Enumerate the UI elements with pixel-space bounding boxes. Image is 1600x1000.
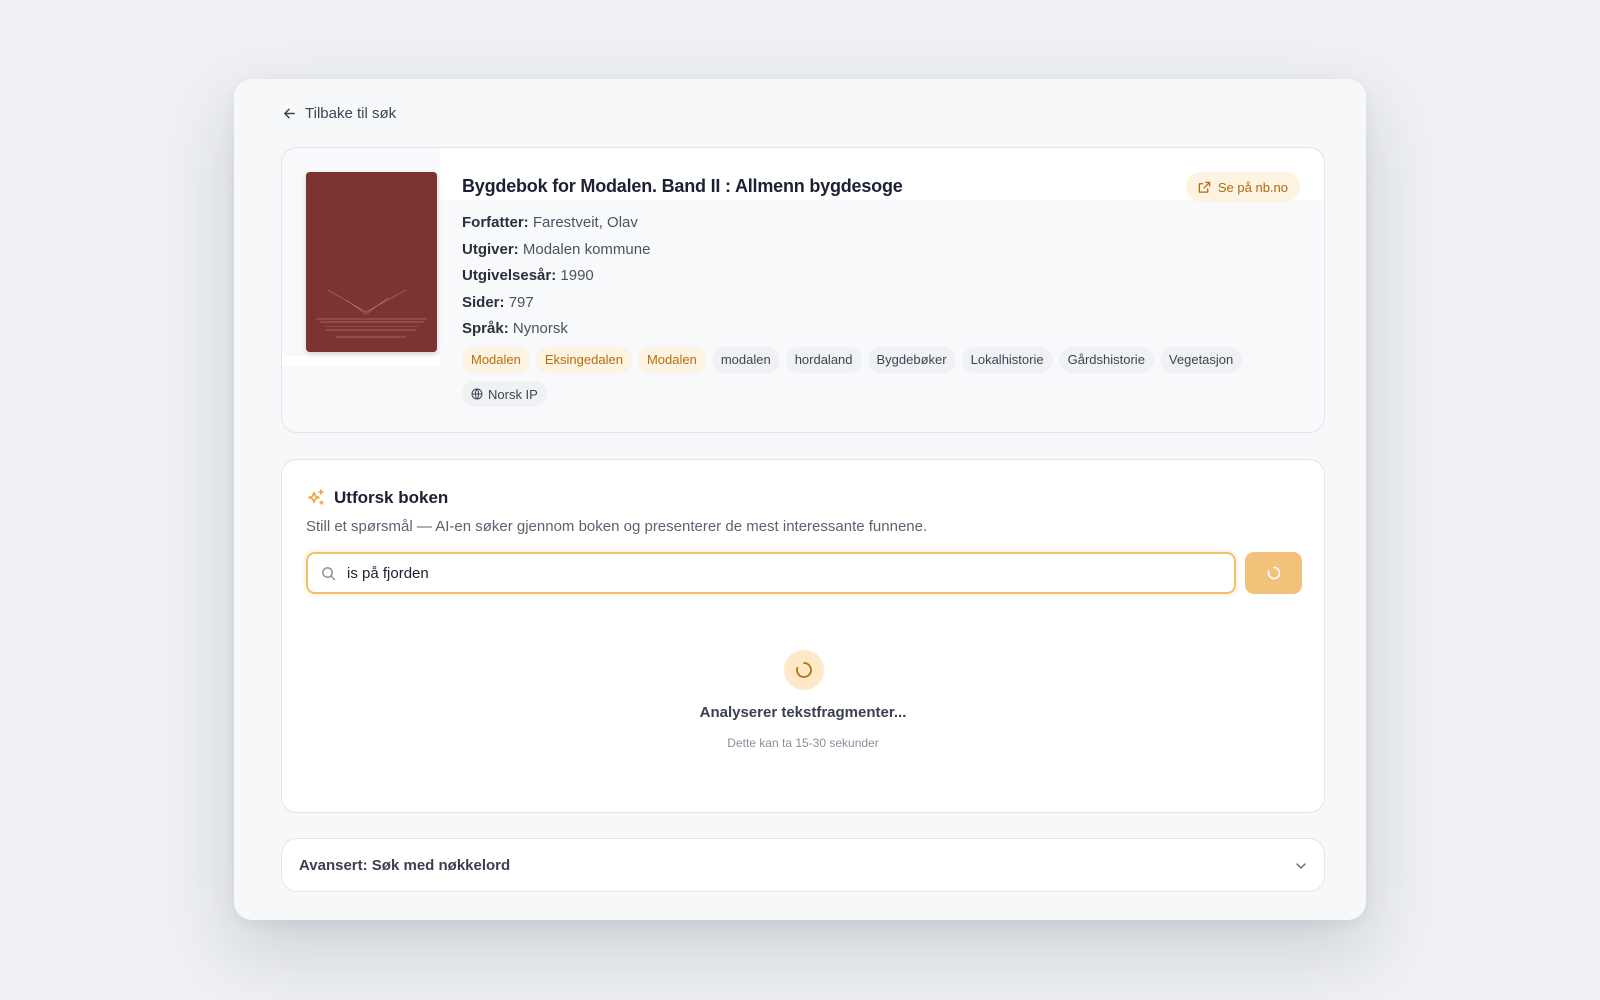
loading-spinner-icon bbox=[1267, 566, 1280, 580]
book-cover-image bbox=[306, 172, 437, 352]
tag-chip[interactable]: modalen bbox=[711, 347, 780, 373]
cover-shadow-strip bbox=[282, 356, 440, 366]
advanced-keyword-search-toggle[interactable]: Avansert: Søk med nøkkelord bbox=[281, 838, 1325, 892]
tag-chip[interactable]: Vegetasjon bbox=[1159, 347, 1243, 373]
meta-language: Språk: Nynorsk bbox=[462, 320, 568, 337]
explore-title: Utforsk boken bbox=[334, 488, 449, 507]
book-title: Bygdebok for Modalen. Band II : Allmenn … bbox=[462, 176, 903, 196]
tag-chip[interactable]: Eksingedalen bbox=[535, 347, 632, 373]
back-label: Tilbake til søk bbox=[305, 104, 397, 122]
tag-chip[interactable]: Gårdshistorie bbox=[1058, 347, 1154, 373]
loading-indicator bbox=[784, 650, 824, 690]
tag-chip[interactable]: Bygdebøker bbox=[867, 347, 956, 373]
question-search-box[interactable] bbox=[306, 552, 1236, 594]
tag-chip[interactable]: Lokalhistorie bbox=[961, 347, 1053, 373]
explore-book-card: Utforsk boken Still et spørsmål — AI-en … bbox=[281, 459, 1325, 813]
chevron-down-icon bbox=[1296, 863, 1306, 869]
book-details-card: Bygdebok for Modalen. Band II : Allmenn … bbox=[281, 147, 1325, 433]
meta-publisher: Utgiver: Modalen kommune bbox=[462, 240, 651, 258]
loading-status-text: Analyserer tekstfragmenter... bbox=[699, 704, 907, 721]
access-badge: Norsk IP bbox=[462, 381, 547, 407]
arrow-left-icon bbox=[284, 108, 295, 118]
subject-tags: Modalen Eksingedalen Modalen modalen hor… bbox=[462, 347, 1302, 373]
book-metadata: Forfatter: Farestveit, Olav Utgiver: Mod… bbox=[462, 210, 650, 343]
search-icon bbox=[322, 566, 336, 580]
meta-year: Utgivelsesår: 1990 bbox=[462, 267, 594, 284]
advanced-search-label: Avansert: Søk med nøkkelord bbox=[299, 857, 511, 874]
explore-subtitle: Still et spørsmål — AI-en søker gjennom … bbox=[306, 518, 928, 535]
meta-author: Forfatter: Farestveit, Olav bbox=[462, 214, 638, 231]
sparkles-icon bbox=[308, 489, 324, 505]
access-label: Norsk IP bbox=[488, 386, 538, 402]
tag-chip[interactable]: Modalen bbox=[637, 347, 706, 373]
tag-chip[interactable]: hordaland bbox=[785, 347, 862, 373]
external-link-icon bbox=[1198, 181, 1211, 193]
loading-spinner-icon bbox=[796, 662, 812, 678]
app-window: Tilbake til søk Bygdebok for Modalen. Ba… bbox=[234, 79, 1366, 920]
meta-pages: Sider: 797 bbox=[462, 293, 534, 311]
tag-chip[interactable]: Modalen bbox=[462, 347, 530, 373]
back-to-search-link[interactable]: Tilbake til søk bbox=[282, 103, 396, 123]
open-nb-link[interactable]: Se på nb.no bbox=[1185, 172, 1300, 202]
globe-icon bbox=[471, 388, 483, 400]
open-nb-label: Se på nb.no bbox=[1217, 179, 1288, 195]
question-input[interactable] bbox=[347, 558, 1207, 588]
explore-heading: Utforsk boken bbox=[306, 488, 448, 508]
submit-question-button[interactable] bbox=[1245, 552, 1302, 594]
loading-hint-text: Dette kan ta 15-30 sekunder bbox=[727, 736, 879, 750]
